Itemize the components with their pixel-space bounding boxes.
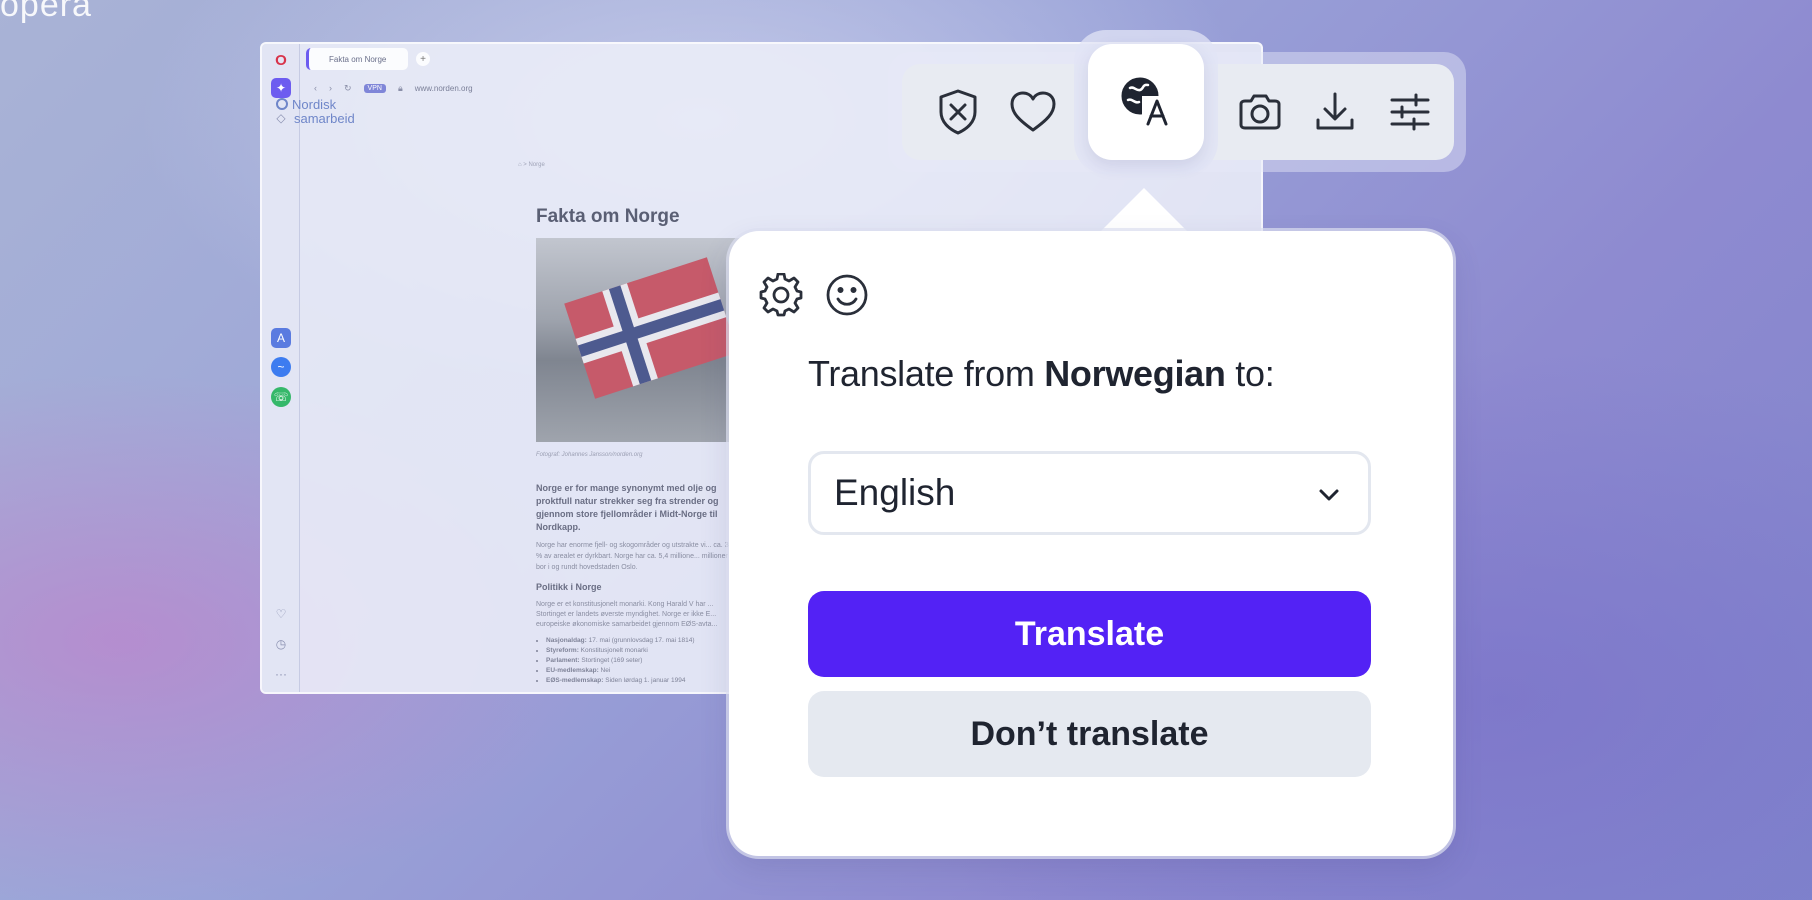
opera-logo-icon[interactable]: O [271, 50, 291, 70]
camera-icon [1239, 94, 1281, 130]
sidebar-heart-icon[interactable]: ♡ [271, 604, 291, 624]
tab-title: Fakta om Norge [329, 54, 387, 64]
tab-fakta-om-norge[interactable]: Fakta om Norge [306, 48, 408, 70]
sliders-icon [1390, 93, 1430, 131]
app-store-icon[interactable]: A [271, 328, 291, 348]
back-icon[interactable]: ‹ [314, 83, 317, 93]
translate-button[interactable]: Translate [808, 591, 1371, 677]
url-text[interactable]: www.norden.org [415, 84, 473, 93]
breadcrumb[interactable]: ⌂ > Norge [518, 162, 545, 168]
more-icon[interactable]: ··· [271, 664, 291, 684]
whatsapp-icon[interactable]: ☏ [271, 387, 291, 407]
list-item: Parlament: Stortinget (169 seter) [546, 656, 746, 666]
target-language-select[interactable]: English [808, 451, 1371, 535]
translate-heading: Translate from Norwegian to: [808, 353, 1275, 395]
reload-icon[interactable]: ↻ [344, 83, 352, 94]
browser-sidebar: O ✦ ◇ A ~ ☏ ♡ ◷ ··· [262, 44, 300, 692]
translate-icon [1121, 77, 1172, 128]
target-language-value: English [834, 472, 956, 513]
photo-caption: Fotograf: Johannes Jansson/norden.org [536, 452, 643, 458]
politics-heading: Politikk i Norge [536, 582, 602, 592]
downloads-button[interactable] [1309, 86, 1361, 138]
settings-button[interactable] [1384, 86, 1436, 138]
list-item: Styreform: Konstitusjonelt monarki [546, 646, 746, 656]
heading-suffix: to: [1225, 353, 1275, 394]
dont-translate-button[interactable]: Don’t translate [808, 691, 1371, 777]
favorites-button[interactable] [1007, 86, 1059, 138]
article-paragraph: Norge har enorme fjell- og skogområder o… [536, 542, 729, 571]
politics-paragraph: Norge er et konstitusjonelt monarki. Kon… [536, 601, 718, 628]
source-language: Norwegian [1044, 353, 1226, 394]
ad-blocker-button[interactable] [932, 86, 984, 138]
site-logo-icon [276, 98, 288, 110]
chevron-down-icon [1319, 489, 1339, 501]
vpn-badge[interactable]: VPN [363, 83, 386, 93]
heading-prefix: Translate from [808, 353, 1045, 394]
heart-icon [1010, 91, 1056, 132]
lock-icon: 🔒︎ [397, 82, 403, 93]
article-title: Fakta om Norge [536, 206, 680, 227]
download-icon [1316, 92, 1354, 130]
translate-popup: Translate from Norwegian to: English Tra… [729, 231, 1453, 856]
list-item: EU-medlemskap: Nei [546, 666, 746, 676]
list-item: Nasjonaldag: 17. mai (grunnlovsdag 17. m… [546, 636, 746, 646]
facts-list: Nasjonaldag: 17. mai (grunnlovsdag 17. m… [546, 636, 746, 686]
gear-icon [759, 273, 803, 317]
forward-icon[interactable]: › [329, 83, 332, 93]
article-lead: Norge er for mange synonymt med olje og … [536, 483, 719, 532]
shield-x-icon [939, 89, 977, 135]
messenger-icon[interactable]: ~ [271, 357, 291, 377]
popup-pointer [1096, 188, 1192, 236]
translate-settings-button[interactable] [759, 273, 803, 317]
history-icon[interactable]: ◷ [271, 634, 291, 654]
opera-brand-text: opera [0, 0, 92, 24]
feedback-button[interactable] [825, 273, 869, 317]
translate-toolbar-button[interactable] [1088, 44, 1204, 160]
smiley-icon [826, 274, 868, 316]
aria-icon[interactable]: ✦ [271, 78, 291, 98]
site-logo[interactable]: Nordisk samarbeid [276, 98, 355, 126]
site-logo-line2: samarbeid [294, 111, 355, 126]
new-tab-button[interactable]: + [416, 52, 430, 66]
list-item: EØS-medlemskap: Siden lørdag 1. januar 1… [546, 676, 746, 686]
site-logo-line1: Nordisk [292, 97, 337, 112]
snapshot-button[interactable] [1234, 86, 1286, 138]
norway-flag-photo [536, 238, 756, 442]
